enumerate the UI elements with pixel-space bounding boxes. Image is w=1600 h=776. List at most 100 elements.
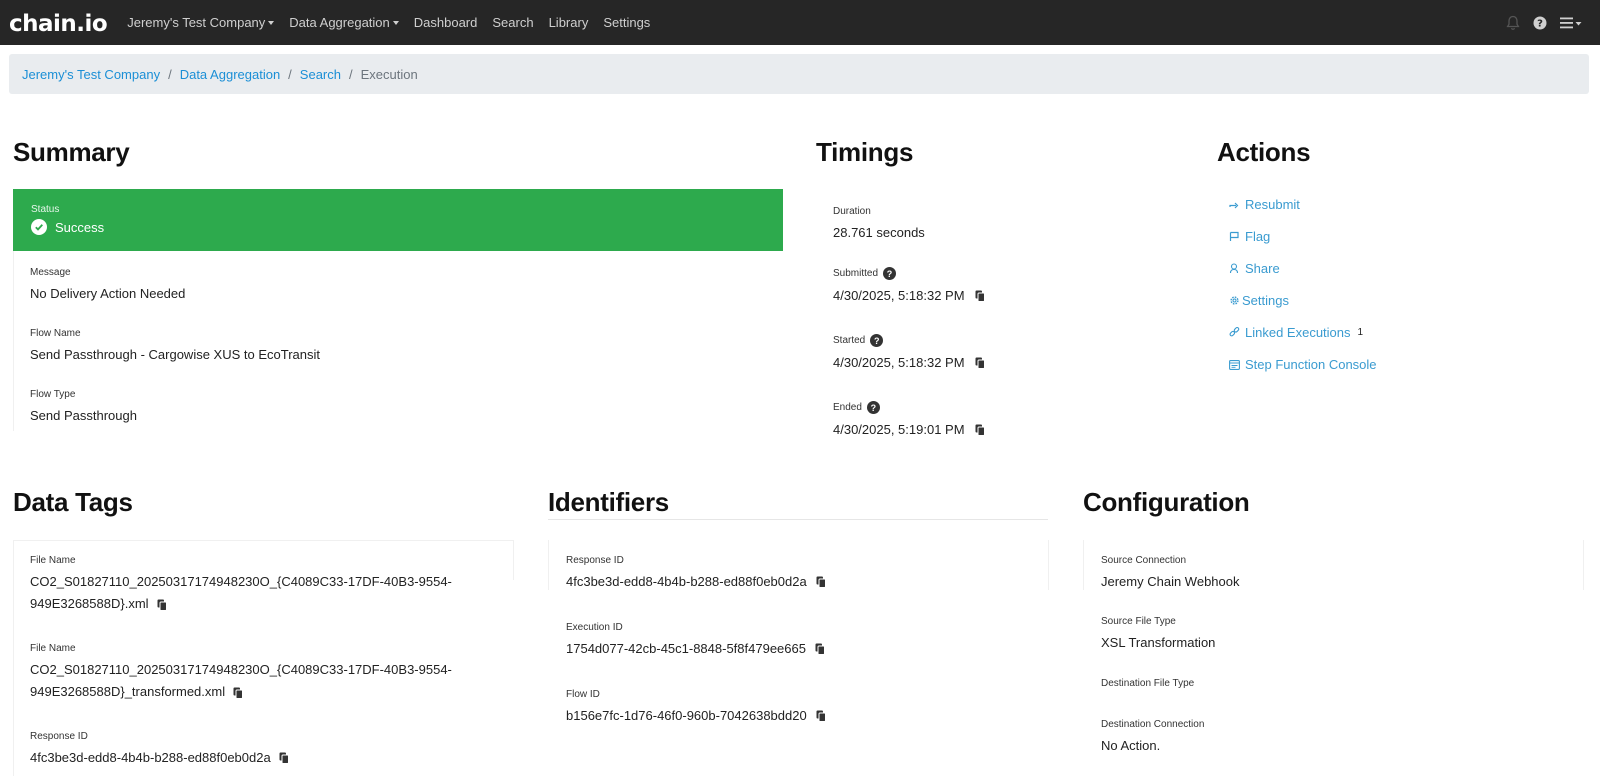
nav-data-aggregation-dropdown[interactable]: Data Aggregation — [289, 15, 399, 30]
copy-icon[interactable] — [279, 752, 289, 764]
step-function-console-action[interactable]: Step Function Console — [1229, 357, 1377, 372]
bell-icon[interactable] — [1506, 15, 1520, 31]
summary-heading: Summary — [13, 137, 130, 167]
copy-icon[interactable] — [233, 687, 244, 699]
breadcrumb-separator: / — [288, 66, 292, 82]
share-action[interactable]: Share — [1229, 261, 1280, 276]
ended-label: Ended — [833, 402, 862, 413]
copy-icon[interactable] — [975, 357, 985, 369]
response-id-field: Response ID 4fc3be3d-edd8-4b4b-b288-ed88… — [566, 555, 826, 593]
started-label: Started — [833, 335, 866, 346]
linked-executions-count: 1 — [1357, 327, 1364, 338]
data-tag-label-text: Response ID — [30, 731, 88, 742]
nav-search[interactable]: Search — [492, 15, 533, 30]
configuration-card-border-left — [1083, 540, 1084, 590]
nav-library[interactable]: Library — [549, 15, 589, 30]
help-icon[interactable]: ? — [866, 401, 880, 414]
execution-id-field: Execution ID 1754d077-42cb-45c1-8848-5f8… — [566, 622, 825, 660]
data-tag-value-line1: CO2_S01827110_20250317174948230O_{C4089C… — [30, 662, 452, 677]
data-tag-value-line2: 949E3268588D}_transformed.xml — [30, 684, 226, 699]
copy-icon[interactable] — [975, 424, 985, 436]
data-tag-label: File Name — [30, 643, 76, 654]
submitted-label-row: Submitted? — [833, 267, 985, 280]
timings-heading: Timings — [816, 137, 914, 167]
breadcrumb-separator: / — [168, 66, 172, 82]
copy-icon[interactable] — [815, 643, 825, 655]
configuration-card-border-right — [1583, 540, 1584, 590]
source-connection-value: Jeremy Chain Webhook — [1101, 574, 1240, 589]
started-value: 4/30/2025, 5:18:32 PM — [833, 355, 965, 370]
response-id-label: Response ID — [566, 555, 624, 566]
submitted-value: 4/30/2025, 5:18:32 PM — [833, 288, 965, 303]
actions-heading: Actions — [1217, 137, 1311, 167]
copy-icon[interactable] — [157, 599, 167, 611]
started-label-row: Started? — [833, 334, 985, 347]
chevron-down-icon — [392, 20, 399, 25]
summary-card-border — [13, 251, 14, 431]
status-banner: Status Success — [13, 189, 783, 251]
settings-action[interactable]: Settings — [1229, 293, 1289, 308]
data-tags-card-border-left — [13, 540, 14, 776]
breadcrumb-company[interactable]: Jeremy's Test Company — [22, 67, 160, 82]
message-label: Message — [30, 267, 71, 278]
data-tag-label: File Name — [30, 555, 76, 566]
data-tags-card-border — [13, 540, 513, 541]
chevron-down-icon — [268, 20, 275, 25]
breadcrumb-search[interactable]: Search — [300, 67, 341, 82]
linked-executions-action[interactable]: Linked Executions 1 — [1229, 325, 1363, 340]
settings-label: Settings — [1242, 293, 1289, 308]
nav-settings[interactable]: Settings — [603, 15, 650, 30]
status-value: Success — [55, 219, 105, 235]
copy-icon[interactable] — [816, 576, 826, 588]
breadcrumb-data-aggregation[interactable]: Data Aggregation — [180, 67, 280, 82]
menu-icon[interactable] — [1560, 17, 1582, 29]
nav-dashboard[interactable]: Dashboard — [414, 15, 478, 30]
help-icon[interactable]: ? — [870, 334, 884, 347]
status-value-row: Success — [31, 219, 783, 235]
data-tag-item: File Name CO2_S01827110_2025031717494823… — [30, 555, 470, 615]
data-tags-heading: Data Tags — [13, 487, 133, 517]
copy-icon[interactable] — [816, 710, 826, 722]
execution-id-value-row: 1754d077-42cb-45c1-8848-5f8f479ee665 — [566, 638, 825, 660]
breadcrumb: Jeremy's Test Company / Data Aggregation… — [9, 54, 1589, 94]
destination-file-type-label: Destination File Type — [1101, 678, 1195, 689]
ended-value: 4/30/2025, 5:19:01 PM — [833, 422, 965, 437]
flag-label: Flag — [1245, 229, 1271, 244]
flag-action[interactable]: Flag — [1229, 229, 1270, 244]
destination-file-type-field: Destination File Type — [1101, 678, 1194, 694]
identifiers-divider — [548, 519, 1048, 520]
configuration-heading: Configuration — [1083, 487, 1250, 517]
execution-id-label: Execution ID — [566, 622, 623, 633]
breadcrumb-separator: / — [349, 66, 353, 82]
flow-type-field: Flow Type Send Passthrough — [30, 389, 137, 427]
submitted-field: Submitted? 4/30/2025, 5:18:32 PM — [833, 267, 985, 307]
data-tag-value-line2: 949E3268588D}.xml — [30, 596, 149, 611]
copy-icon[interactable] — [975, 290, 985, 302]
submitted-value-row: 4/30/2025, 5:18:32 PM — [833, 285, 985, 307]
source-file-type-field: Source File Type XSL Transformation — [1101, 616, 1215, 654]
data-tags-card-border-right — [513, 540, 514, 580]
data-tag-label: Response ID — [30, 731, 289, 742]
data-tag-value: CO2_S01827110_20250317174948230O_{C4089C… — [30, 659, 470, 703]
duration-label: Duration — [833, 206, 871, 217]
svg-text:?: ? — [1537, 18, 1543, 29]
message-field: Message No Delivery Action Needed — [30, 267, 185, 305]
nav-company-dropdown[interactable]: Jeremy's Test Company — [127, 15, 275, 30]
flow-id-field: Flow ID b156e7fc-1d76-46f0-960b-7042638b… — [566, 689, 826, 727]
help-icon[interactable]: ? — [883, 267, 897, 280]
identifiers-card-border-left — [548, 540, 549, 590]
duration-value: 28.761 seconds — [833, 225, 925, 240]
ended-field: Ended? 4/30/2025, 5:19:01 PM — [833, 401, 985, 441]
chainio-logo[interactable]: chain.io — [9, 11, 108, 37]
flow-name-label: Flow Name — [30, 328, 81, 339]
resubmit-action[interactable]: Resubmit — [1229, 197, 1300, 212]
flow-id-label: Flow ID — [566, 689, 600, 700]
execution-id-value: 1754d077-42cb-45c1-8848-5f8f479ee665 — [566, 641, 806, 656]
linked-executions-label: Linked Executions — [1245, 325, 1351, 340]
flow-type-value: Send Passthrough — [30, 408, 137, 423]
flag-icon — [1229, 231, 1243, 242]
source-file-type-label: Source File Type — [1101, 616, 1176, 627]
destination-connection-field: Destination Connection No Action. — [1101, 719, 1204, 757]
data-tag-value-row: 4fc3be3d-edd8-4b4b-b288-ed88f0eb0d2a — [30, 747, 289, 769]
help-icon[interactable]: ? — [1533, 16, 1547, 30]
